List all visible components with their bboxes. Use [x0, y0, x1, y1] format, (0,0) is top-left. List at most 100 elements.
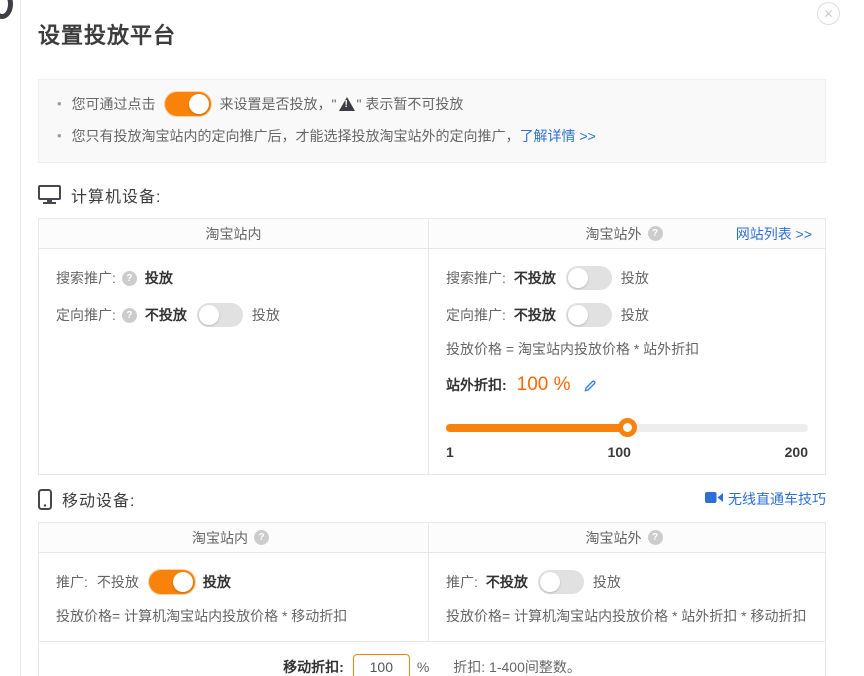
help-icon[interactable]: ? [648, 226, 663, 241]
slider-thumb[interactable] [618, 418, 637, 437]
computer-offsite-search-toggle[interactable] [566, 266, 612, 290]
notice2-text: 您只有投放淘宝站内的定向推广后，才能选择投放淘宝站外的定向推广， [72, 124, 520, 148]
toggle-knob [540, 572, 560, 592]
mobile-table: 淘宝站内 ? 淘宝站外 ? 推广: 不投放 投放 投放价格= 计算机淘宝站内投 [38, 522, 826, 676]
mobile-onsite-cell: 推广: 不投放 投放 投放价格= 计算机淘宝站内投放价格 * 移动折扣 [39, 553, 429, 641]
help-icon[interactable]: ? [122, 271, 137, 286]
notice-box: • 您可通过点击 来设置是否投放，" " 表示暂不可投放 • 您只有投放淘宝站内… [38, 79, 826, 163]
mobile-discount-line: 移动折扣: % 折扣: 1-400间整数。 [39, 653, 825, 676]
offsite-slider-labels: 1 100 200 [446, 444, 808, 460]
computer-icon [38, 185, 61, 205]
toggle-knob [568, 268, 588, 288]
toggle-knob [568, 305, 588, 325]
computer-onsite-targeted-row: 定向推广: ? 不投放 投放 [56, 301, 411, 329]
slider-fill [446, 424, 627, 432]
computer-onsite-header-label: 淘宝站内 [206, 224, 262, 244]
toggle-knob [199, 305, 219, 325]
page-title: 设置投放平台 [38, 18, 826, 50]
panel-left-divider [20, 0, 21, 676]
targeted-on-label: 投放 [621, 305, 649, 325]
computer-offsite-targeted-row: 定向推广: 不投放 投放 [446, 301, 808, 329]
computer-section-header: 计算机设备: [38, 183, 826, 207]
targeted-off-label: 不投放 [514, 305, 556, 325]
toggle-knob [173, 572, 193, 592]
computer-onsite-search-row: 搜索推广: ? 投放 [56, 264, 411, 292]
targeted-promo-label: 定向推广: [56, 305, 116, 325]
mobile-offsite-promo-row: 推广: 不投放 投放 [446, 568, 808, 596]
warning-icon [339, 97, 355, 111]
mobile-offsite-price-formula: 投放价格= 计算机淘宝站内投放价格 * 站外折扣 * 移动折扣 [446, 605, 808, 627]
mobile-offsite-header: 淘宝站外 ? [429, 523, 825, 552]
mobile-icon [38, 489, 52, 510]
targeted-off-label: 不投放 [145, 305, 187, 325]
computer-offsite-search-row: 搜索推广: 不投放 投放 [446, 264, 808, 292]
video-camera-icon [705, 491, 723, 507]
bullet-icon: • [57, 92, 62, 116]
mobile-offsite-header-label: 淘宝站外 [586, 528, 642, 548]
mobile-onsite-header-label: 淘宝站内 [192, 528, 248, 548]
help-icon[interactable]: ? [648, 530, 663, 545]
notice1-end: " 表示暂不可投放 [357, 92, 464, 116]
offsite-price-formula: 投放价格 = 淘宝站内投放价格 * 站外折扣 [446, 338, 808, 360]
mobile-onsite-promo-toggle[interactable] [149, 570, 195, 594]
search-on-label: 投放 [621, 268, 649, 288]
mobile-onsite-promo-row: 推广: 不投放 投放 [56, 568, 411, 596]
slider-min-label: 1 [446, 444, 454, 460]
offsite-discount-value: 100 % [517, 374, 571, 396]
mobile-discount-input[interactable] [353, 654, 410, 676]
search-off-label: 不投放 [514, 268, 556, 288]
computer-onsite-header: 淘宝站内 [39, 219, 429, 248]
mobile-offsite-promo-toggle[interactable] [538, 570, 584, 594]
computer-table-header: 淘宝站内 淘宝站外 ? 网站列表 >> [39, 219, 825, 249]
example-toggle[interactable] [165, 92, 211, 116]
promo-label: 推广: [56, 572, 88, 592]
mobile-onsite-price-formula: 投放价格= 计算机淘宝站内投放价格 * 移动折扣 [56, 605, 411, 627]
computer-offsite-cell: 搜索推广: 不投放 投放 定向推广: 不投放 投放 投放价格 = 淘宝站内投放价… [429, 249, 825, 474]
notice-line-2: • 您只有投放淘宝站内的定向推广后，才能选择投放淘宝站外的定向推广， 了解详情 … [57, 124, 807, 148]
promo-label: 推广: [446, 572, 478, 592]
help-icon[interactable]: ? [254, 530, 269, 545]
percent-sign: % [417, 659, 429, 675]
background-fragment [0, 0, 13, 19]
offsite-discount-label: 站外折扣: [446, 375, 507, 395]
computer-section-title: 计算机设备: [71, 183, 161, 207]
dialog-set-platform: ✕ 设置投放平台 • 您可通过点击 来设置是否投放，" " 表示暂不可投放 • … [0, 0, 864, 676]
promo-on-label: 投放 [203, 572, 231, 592]
toggle-knob [189, 94, 209, 114]
computer-offsite-header-label: 淘宝站外 [586, 224, 642, 244]
discount-hint: 折扣: 1-400间整数。 [453, 657, 581, 676]
edit-pencil-icon[interactable] [583, 378, 598, 393]
mobile-section-title: 移动设备: [62, 487, 135, 511]
promo-off-label: 不投放 [486, 572, 528, 592]
learn-more-link[interactable]: 了解详情 >> [520, 124, 596, 148]
mobile-discount-label: 移动折扣: [283, 657, 344, 676]
notice-line-1: • 您可通过点击 来设置是否投放，" " 表示暂不可投放 [57, 92, 807, 116]
offsite-discount-row: 站外折扣: 100 % [446, 372, 808, 398]
wireless-tips-link[interactable]: 无线直通车技巧 [705, 489, 826, 509]
computer-offsite-targeted-toggle[interactable] [566, 303, 612, 327]
mobile-section-header: 移动设备: 无线直通车技巧 [38, 487, 826, 511]
wireless-tips-label: 无线直通车技巧 [728, 489, 826, 509]
notice1-middle: 来设置是否投放，" [220, 92, 337, 116]
mobile-discount-row: 移动折扣: % 折扣: 1-400间整数。 1 200 400 [39, 641, 825, 676]
dialog-content: 设置投放平台 • 您可通过点击 来设置是否投放，" " 表示暂不可投放 • 您只… [38, 0, 826, 676]
promo-off-label: 不投放 [97, 572, 139, 592]
computer-table: 淘宝站内 淘宝站外 ? 网站列表 >> 搜索推广: ? 投放 [38, 218, 826, 475]
computer-offsite-header: 淘宝站外 ? 网站列表 >> [429, 219, 825, 248]
search-promo-state: 投放 [145, 268, 173, 288]
mobile-table-body: 推广: 不投放 投放 投放价格= 计算机淘宝站内投放价格 * 移动折扣 推广: … [39, 553, 825, 641]
help-icon[interactable]: ? [122, 308, 137, 323]
search-promo-label: 搜索推广: [56, 268, 116, 288]
mobile-table-header: 淘宝站内 ? 淘宝站外 ? [39, 523, 825, 553]
targeted-promo-label: 定向推广: [446, 305, 506, 325]
computer-onsite-cell: 搜索推广: ? 投放 定向推广: ? 不投放 投放 [39, 249, 429, 474]
offsite-discount-slider[interactable] [446, 418, 808, 437]
promo-on-label: 投放 [593, 572, 621, 592]
computer-onsite-targeted-toggle[interactable] [197, 303, 243, 327]
slider-max-label: 200 [785, 444, 808, 460]
bullet-icon: • [57, 124, 62, 148]
notice1-prefix: 您可通过点击 [72, 92, 156, 116]
targeted-on-label: 投放 [252, 305, 280, 325]
mobile-offsite-cell: 推广: 不投放 投放 投放价格= 计算机淘宝站内投放价格 * 站外折扣 * 移动… [429, 553, 825, 641]
website-list-link[interactable]: 网站列表 >> [736, 224, 812, 244]
